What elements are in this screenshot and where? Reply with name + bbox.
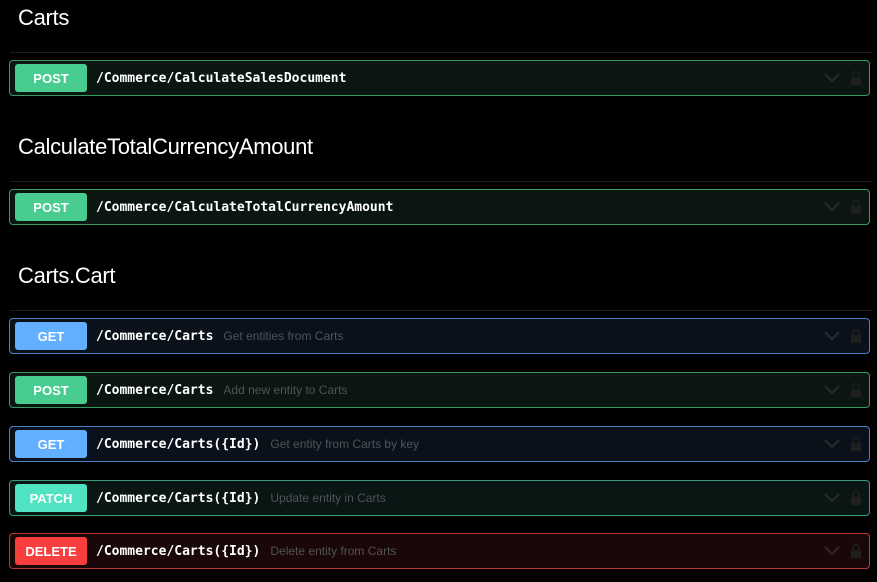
operation-path: /Commerce/Carts xyxy=(96,382,214,398)
operation-summary: Get entities from Carts xyxy=(223,329,344,343)
chevron-down-icon[interactable] xyxy=(823,489,841,507)
method-badge: POST xyxy=(15,376,87,404)
operation-post-calculate-sales-document[interactable]: POST /Commerce/CalculateSalesDocument xyxy=(9,60,870,96)
chevron-down-icon[interactable] xyxy=(823,327,841,345)
lock-icon[interactable] xyxy=(849,381,863,399)
method-badge: PATCH xyxy=(15,484,87,512)
lock-icon[interactable] xyxy=(849,198,863,216)
lock-icon[interactable] xyxy=(849,489,863,507)
operation-summary: Get entity from Carts by key xyxy=(270,437,420,451)
method-badge: GET xyxy=(15,322,87,350)
operation-path: /Commerce/Carts({Id}) xyxy=(96,436,261,452)
operation-path: /Commerce/CalculateSalesDocument xyxy=(96,70,347,86)
chevron-down-icon[interactable] xyxy=(823,542,841,560)
method-badge: GET xyxy=(15,430,87,458)
operation-post-carts[interactable]: POST /Commerce/Carts Add new entity to C… xyxy=(9,372,870,408)
chevron-down-icon[interactable] xyxy=(823,69,841,87)
operation-post-calculate-total-currency-amount[interactable]: POST /Commerce/CalculateTotalCurrencyAmo… xyxy=(9,189,870,225)
operation-patch-cart-by-id[interactable]: PATCH /Commerce/Carts({Id}) Update entit… xyxy=(9,480,870,516)
section-divider xyxy=(10,52,872,53)
chevron-down-icon[interactable] xyxy=(823,198,841,216)
operation-path: /Commerce/CalculateTotalCurrencyAmount xyxy=(96,199,394,215)
method-badge: POST xyxy=(15,193,87,221)
section-divider xyxy=(10,181,872,182)
api-docs-page: Carts POST /Commerce/CalculateSalesDocum… xyxy=(0,0,877,582)
lock-icon[interactable] xyxy=(849,435,863,453)
operation-get-cart-by-id[interactable]: GET /Commerce/Carts({Id}) Get entity fro… xyxy=(9,426,870,462)
chevron-down-icon[interactable] xyxy=(823,435,841,453)
operation-get-carts[interactable]: GET /Commerce/Carts Get entities from Ca… xyxy=(9,318,870,354)
section-title-carts-cart[interactable]: Carts.Cart xyxy=(18,263,116,289)
section-title-carts[interactable]: Carts xyxy=(18,5,69,31)
lock-icon[interactable] xyxy=(849,542,863,560)
operation-summary: Add new entity to Carts xyxy=(223,383,348,397)
method-badge: DELETE xyxy=(15,537,87,565)
method-badge: POST xyxy=(15,64,87,92)
operation-delete-cart-by-id[interactable]: DELETE /Commerce/Carts({Id}) Delete enti… xyxy=(9,533,870,569)
operation-summary: Update entity in Carts xyxy=(270,491,386,505)
operation-path: /Commerce/Carts xyxy=(96,328,214,344)
operation-path: /Commerce/Carts({Id}) xyxy=(96,543,261,559)
section-title-calculate-total-currency-amount[interactable]: CalculateTotalCurrencyAmount xyxy=(18,134,313,160)
chevron-down-icon[interactable] xyxy=(823,381,841,399)
lock-icon[interactable] xyxy=(849,327,863,345)
lock-icon[interactable] xyxy=(849,69,863,87)
operation-summary: Delete entity from Carts xyxy=(270,544,397,558)
operation-path: /Commerce/Carts({Id}) xyxy=(96,490,261,506)
section-divider xyxy=(10,310,872,311)
